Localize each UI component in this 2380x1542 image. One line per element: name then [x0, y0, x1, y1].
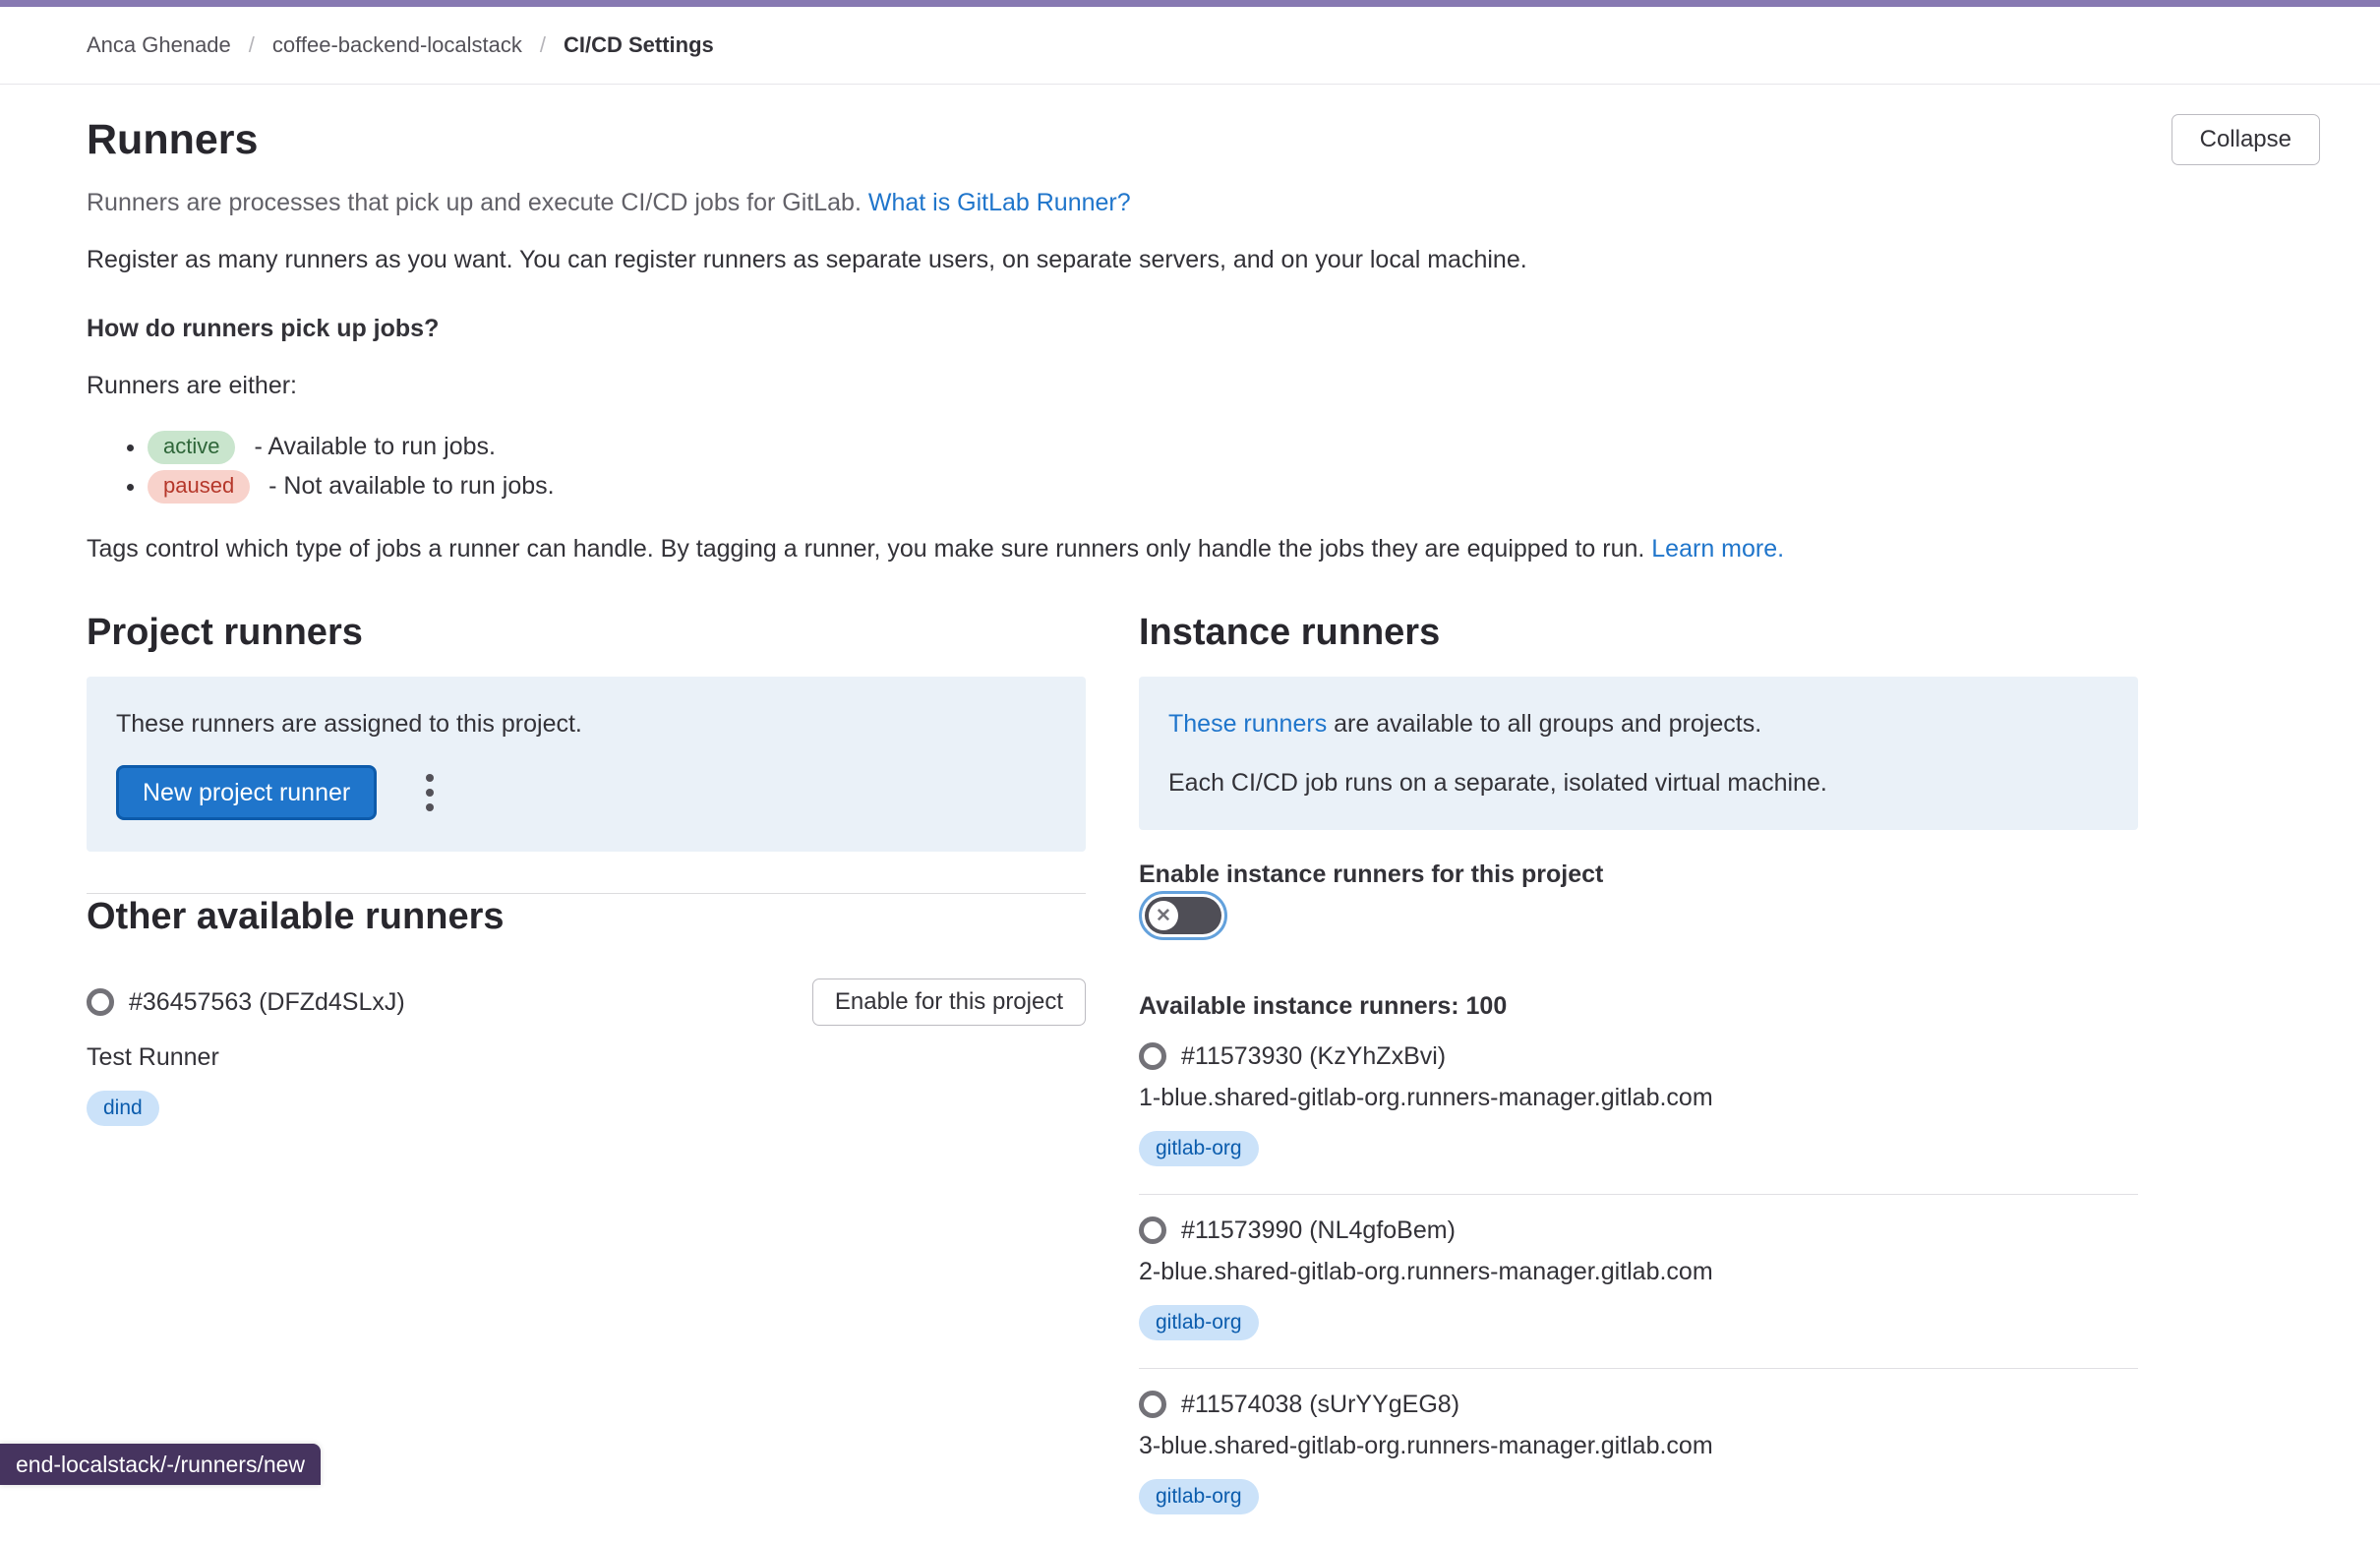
instance-runner-row: #11573930 (KzYhZxBvi) 1-blue.shared-gitl… [1139, 1021, 2138, 1195]
kebab-dot [426, 774, 434, 782]
instance-runners-heading: Instance runners [1139, 610, 2138, 655]
active-state-description: - Available to run jobs. [254, 433, 496, 460]
other-runner-id: #36457563 (DFZd4SLxJ) [129, 986, 405, 1018]
other-runner-description: Test Runner [87, 1041, 1086, 1073]
how-runners-heading: How do runners pick up jobs? [87, 313, 2320, 344]
list-item: paused - Not available to run jobs. [148, 466, 2320, 505]
toggle-off-icon: ✕ [1149, 901, 1178, 930]
instance-runners-toggle[interactable]: ✕ [1139, 891, 1227, 940]
active-state-badge: active [148, 431, 235, 464]
instance-runner-row: #11574038 (sUrYYgEG8) 3-blue.shared-gitl… [1139, 1369, 2138, 1542]
kebab-dot [426, 803, 434, 811]
breadcrumb-item-project[interactable]: coffee-backend-localstack [272, 32, 522, 58]
runner-status-offline-icon [1139, 1042, 1166, 1070]
tags-info-text: Tags control which type of jobs a runner… [87, 533, 2320, 564]
instance-runner-id: #11573930 (KzYhZxBvi) [1181, 1040, 1446, 1072]
instance-runner-host: 3-blue.shared-gitlab-org.runners-manager… [1139, 1430, 2138, 1461]
runners-header-row: Runners Collapse [87, 114, 2320, 165]
instance-runner-id-wrap: #11573930 (KzYhZxBvi) [1139, 1040, 2138, 1072]
project-runners-actions: New project runner [116, 765, 1056, 820]
paused-state-badge: paused [148, 470, 250, 504]
paused-state-description: - Not available to run jobs. [268, 472, 554, 500]
instance-runner-host: 1-blue.shared-gitlab-org.runners-manager… [1139, 1082, 2138, 1113]
register-text: Register as many runners as you want. Yo… [87, 244, 2320, 275]
instance-runners-box-line2: Each CI/CD job runs on a separate, isola… [1168, 767, 2109, 799]
instance-runner-id: #11574038 (sUrYYgEG8) [1181, 1389, 1459, 1420]
project-runners-info-box: These runners are assigned to this proje… [87, 677, 1086, 852]
other-runner-id-wrap: #36457563 (DFZd4SLxJ) [87, 986, 405, 1018]
new-project-runner-button[interactable]: New project runner [116, 765, 377, 820]
runner-status-offline-icon [1139, 1391, 1166, 1418]
collapse-button[interactable]: Collapse [2172, 114, 2320, 165]
runner-tag-gitlab-org: gitlab-org [1139, 1305, 1259, 1340]
other-runner-row: #36457563 (DFZd4SLxJ) Enable for this pr… [87, 979, 1086, 1026]
these-runners-link[interactable]: These runners [1168, 710, 1327, 738]
breadcrumb-separator: / [540, 32, 546, 58]
breadcrumb-separator: / [249, 32, 255, 58]
project-runners-column: Project runners These runners are assign… [87, 610, 1086, 1542]
instance-runners-box-line1: These runners are available to all group… [1168, 708, 2109, 740]
enable-for-project-button[interactable]: Enable for this project [812, 979, 1086, 1026]
instance-runners-box-text: are available to all groups and projects… [1327, 710, 1761, 738]
breadcrumb-item-user[interactable]: Anca Ghenade [87, 32, 231, 58]
runner-status-offline-icon [87, 988, 114, 1016]
runners-columns: Project runners These runners are assign… [87, 610, 2320, 1542]
main-content: Runners Collapse Runners are processes t… [0, 114, 2380, 1542]
runners-intro-text: Runners are processes that pick up and e… [87, 187, 2320, 218]
breadcrumb: Anca Ghenade / coffee-backend-localstack… [0, 7, 2380, 85]
kebab-icon [426, 774, 434, 811]
intro-text: Runners are processes that pick up and e… [87, 189, 862, 216]
toggle-track: ✕ [1145, 897, 1221, 934]
runner-tag-dind: dind [87, 1091, 159, 1126]
instance-runner-id-wrap: #11573990 (NL4gfoBem) [1139, 1215, 2138, 1246]
runner-tag-gitlab-org: gitlab-org [1139, 1131, 1259, 1166]
kebab-dot [426, 789, 434, 797]
tags-text: Tags control which type of jobs a runner… [87, 535, 1644, 563]
instance-runners-column: Instance runners These runners are avail… [1139, 610, 2138, 1542]
enable-instance-runners-label: Enable instance runners for this project [1139, 860, 2138, 889]
project-runners-heading: Project runners [87, 610, 1086, 655]
instance-runner-host: 2-blue.shared-gitlab-org.runners-manager… [1139, 1256, 2138, 1287]
instance-runner-row: #11573990 (NL4gfoBem) 2-blue.shared-gitl… [1139, 1195, 2138, 1369]
link-url-status-bar: end-localstack/-/runners/new [0, 1444, 321, 1485]
breadcrumb-item-current: CI/CD Settings [564, 32, 714, 58]
project-runners-box-text: These runners are assigned to this proje… [116, 708, 1056, 740]
instance-runners-info-box: These runners are available to all group… [1139, 677, 2138, 830]
page-title: Runners [87, 114, 258, 165]
top-accent-bar [0, 0, 2380, 7]
available-instance-runners-label: Available instance runners: 100 [1139, 991, 2138, 1021]
instance-runner-id: #11573990 (NL4gfoBem) [1181, 1215, 1456, 1246]
runner-tag-gitlab-org: gitlab-org [1139, 1479, 1259, 1514]
runner-options-button[interactable] [418, 768, 442, 817]
runner-status-offline-icon [1139, 1216, 1166, 1244]
other-available-runners-heading: Other available runners [87, 894, 1086, 939]
runners-either-text: Runners are either: [87, 370, 2320, 401]
instance-runner-id-wrap: #11574038 (sUrYYgEG8) [1139, 1389, 2138, 1420]
list-item: active - Available to run jobs. [148, 427, 2320, 466]
learn-more-link[interactable]: Learn more. [1651, 535, 1784, 563]
runner-state-list: active - Available to run jobs. paused -… [87, 427, 2320, 505]
what-is-gitlab-runner-link[interactable]: What is GitLab Runner? [868, 189, 1131, 216]
